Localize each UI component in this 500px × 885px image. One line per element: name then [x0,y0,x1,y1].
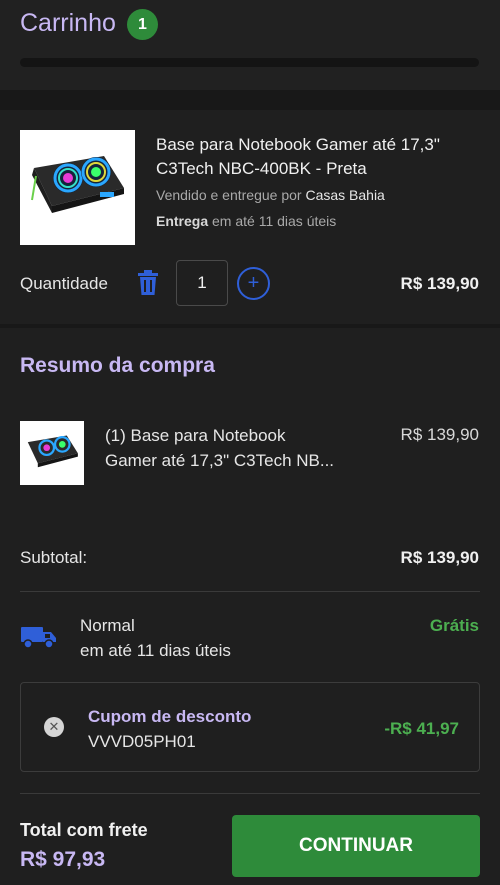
cart-item-card: Base para Notebook Gamer até 17,3" C3Tec… [0,110,500,324]
purchase-summary: Resumo da compra (1) Base para Notebook … [0,328,500,885]
summary-item-line1: (1) Base para Notebook [105,426,286,445]
close-icon[interactable]: ✕ [44,717,64,737]
total-value: R$ 97,93 [20,848,106,871]
increase-quantity-button[interactable]: + [237,267,270,300]
product-name-line2: C3Tech NBC-400BK - Preta [156,159,367,178]
continue-button[interactable]: CONTINUAR [232,815,480,877]
divider [20,793,480,794]
delivery-text: em até 11 dias úteis [212,213,337,229]
shipping-eta: em até 11 dias úteis [80,641,231,660]
cart-progress-bar [20,58,479,67]
subtotal-value: R$ 139,90 [400,548,479,567]
product-image[interactable] [20,130,135,245]
summary-item-line2: Gamer até 17,3" C3Tech NB... [105,451,335,470]
page-title: Carrinho [20,9,116,37]
product-name-line1: Base para Notebook Gamer até 17,3" [156,135,440,154]
quantity-input[interactable]: 1 [176,260,228,306]
seller-info: Vendido e entregue por Casas Bahia [156,187,385,203]
seller-name: Casas Bahia [305,187,385,203]
delivery-info: Entrega em até 11 dias úteis [156,213,336,229]
summary-title: Resumo da compra [20,354,215,377]
plus-icon: + [247,272,260,294]
item-price: R$ 139,90 [400,274,479,293]
cart-count-badge: 1 [127,9,158,40]
cart-header: Carrinho 1 [0,0,500,90]
shipping-name: Normal [80,616,135,635]
seller-prefix: Vendido e entregue por [156,187,302,203]
section-divider [0,90,500,110]
coupon-card: ✕ Cupom de desconto VVVD05PH01 -R$ 41,97 [20,682,480,772]
coupon-discount: -R$ 41,97 [384,719,459,738]
subtotal-label: Subtotal: [20,548,88,567]
summary-item-price: R$ 139,90 [400,425,479,444]
summary-product-image [20,421,84,485]
total-label: Total com frete [20,820,148,840]
coupon-title: Cupom de desconto [88,707,252,726]
product-name[interactable]: Base para Notebook Gamer até 17,3" C3Tec… [156,133,476,181]
summary-item-name: (1) Base para Notebook Gamer até 17,3" C… [105,423,365,473]
coupon-code: VVVD05PH01 [88,732,196,751]
delivery-label: Entrega [156,213,209,229]
shipping-price: Grátis [429,616,479,635]
divider [20,591,480,592]
truck-icon [20,624,58,650]
quantity-label: Quantidade [20,274,108,293]
trash-icon[interactable] [137,270,159,296]
